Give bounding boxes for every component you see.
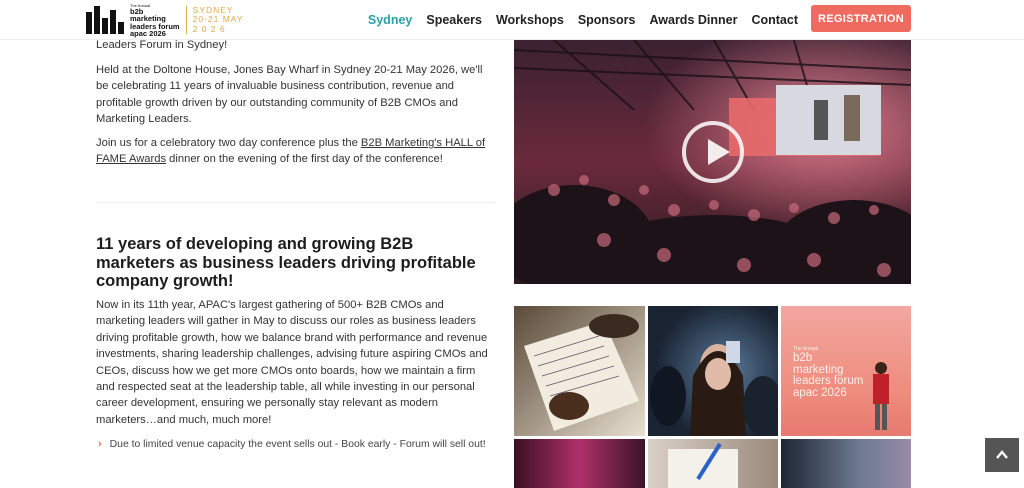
nav-sponsors[interactable]: Sponsors bbox=[578, 13, 636, 27]
logo-location: SYDNEY 20-21 MAY 2 0 2 6 bbox=[192, 4, 244, 34]
main-nav: Sydney Speakers Workshops Sponsors Award… bbox=[368, 0, 798, 40]
gallery-thumb-notebook[interactable] bbox=[514, 306, 645, 436]
nav-awards-dinner[interactable]: Awards Dinner bbox=[649, 13, 737, 27]
description-paragraph: Now in its 11th year, APAC's largest gat… bbox=[96, 299, 488, 426]
chevron-right-icon: › bbox=[98, 438, 102, 450]
section-divider bbox=[96, 202, 494, 203]
chevron-up-icon bbox=[996, 450, 1008, 459]
logo-wordmark: The Annual b2b marketing leaders forum a… bbox=[130, 2, 180, 38]
site-logo[interactable]: The Annual b2b marketing leaders forum a… bbox=[86, 2, 244, 38]
gallery-thumb-audience-photo[interactable] bbox=[648, 306, 778, 436]
gallery-thumb-venue[interactable] bbox=[514, 439, 645, 488]
nav-sydney[interactable]: Sydney bbox=[368, 13, 412, 27]
nav-workshops[interactable]: Workshops bbox=[496, 13, 564, 27]
sellout-notice-text: Due to limited venue capacity the event … bbox=[109, 438, 486, 450]
venue-paragraph: Held at the Doltone House, Jones Bay Wha… bbox=[96, 64, 483, 126]
gallery-thumb-speaker-stage[interactable]: The Annual b2b marketing leaders forum a… bbox=[781, 306, 911, 436]
hero-video[interactable] bbox=[514, 40, 911, 284]
play-icon[interactable] bbox=[682, 121, 744, 183]
nav-speakers[interactable]: Speakers bbox=[426, 13, 482, 27]
section-heading: 11 years of developing and growing B2B m… bbox=[96, 235, 476, 291]
logo-divider bbox=[185, 6, 187, 34]
site-header: The Annual b2b marketing leaders forum a… bbox=[0, 0, 1024, 40]
sellout-notice: › Due to limited venue capacity the even… bbox=[98, 438, 486, 450]
nav-contact[interactable]: Contact bbox=[751, 13, 798, 27]
logo-bars-icon bbox=[86, 6, 124, 34]
gallery-thumb-attendee[interactable] bbox=[781, 439, 911, 488]
gallery-thumb-writing[interactable] bbox=[648, 439, 778, 488]
scroll-to-top-button[interactable] bbox=[985, 438, 1019, 472]
conference-paragraph: Join us for a celebratory two day confer… bbox=[96, 137, 486, 166]
registration-button[interactable]: REGISTRATION bbox=[811, 5, 911, 32]
